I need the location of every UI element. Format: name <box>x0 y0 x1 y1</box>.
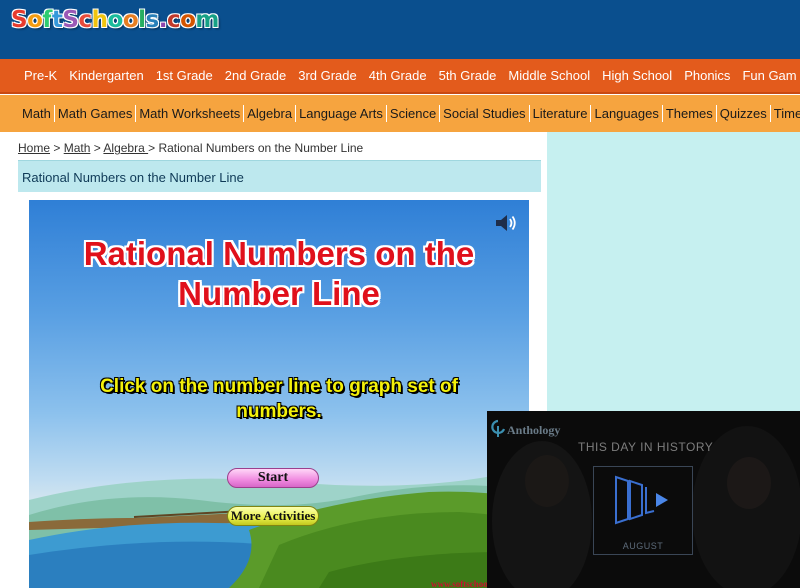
nav-primary-item[interactable]: Phonics <box>678 59 736 92</box>
breadcrumb-current: Rational Numbers on the Number Line <box>158 141 364 155</box>
sound-icon[interactable] <box>494 212 520 234</box>
game-instructions: Click on the number line to graph set of… <box>59 374 499 424</box>
breadcrumb-separator: > <box>90 141 104 155</box>
breadcrumb-algebra-link[interactable]: Algebra <box>103 141 148 155</box>
logo-letter: S <box>11 7 28 33</box>
breadcrumb-math-link[interactable]: Math <box>64 141 91 155</box>
nav-primary-item[interactable]: 1st Grade <box>150 59 219 92</box>
logo-letter: c <box>78 7 92 33</box>
game-title: Rational Numbers on the Number Line <box>29 234 529 314</box>
breadcrumb-home-link[interactable]: Home <box>18 141 50 155</box>
page-title: Rational Numbers on the Number Line <box>22 170 244 185</box>
logo-letter: s <box>145 7 160 33</box>
start-button[interactable]: Start <box>227 468 319 488</box>
video-heading: THIS DAY IN HISTORY <box>578 440 714 454</box>
game-title-line: Number Line <box>178 275 380 312</box>
more-activities-button[interactable]: More Activities <box>227 506 319 526</box>
secondary-nav: Math Math Games Math Worksheets Algebra Lang… <box>0 95 800 132</box>
nav-secondary-item[interactable]: Quizzes <box>717 105 771 122</box>
logo-letter: . <box>158 7 168 33</box>
logo-letter: h <box>91 7 108 33</box>
nav-primary-item[interactable]: High School <box>596 59 678 92</box>
nav-secondary-item[interactable]: Literature <box>530 105 592 122</box>
instructions-line: Click on the number line to graph set of <box>100 376 458 397</box>
site-header: SoftSchools.com <box>0 0 800 59</box>
logo-letter: S <box>62 7 79 33</box>
nav-primary-item[interactable]: 5th Grade <box>433 59 503 92</box>
play-icon[interactable] <box>594 467 694 537</box>
logo-letter: c <box>166 7 181 33</box>
anthology-logo-icon <box>491 419 506 437</box>
nav-primary-item[interactable]: Kindergarten <box>63 59 149 92</box>
instructions-line: numbers. <box>236 401 322 422</box>
nav-secondary-item[interactable]: Languages <box>591 105 663 122</box>
logo-letter: m <box>195 7 219 33</box>
breadcrumb-separator: > <box>148 141 159 155</box>
nav-secondary-item[interactable]: Language Arts <box>296 105 387 122</box>
logo-letter: o <box>27 7 43 33</box>
video-month-label: AUGUST <box>622 541 664 551</box>
logo-letter: o <box>122 7 139 33</box>
site-logo[interactable]: SoftSchools.com <box>11 7 219 33</box>
video-history-logo: AUGUST <box>593 466 693 555</box>
logo-letter: t <box>51 7 63 33</box>
nav-secondary-item[interactable]: Timel <box>771 105 800 122</box>
nav-secondary-item[interactable]: Algebra <box>244 105 297 122</box>
nav-secondary-item[interactable]: Themes <box>663 105 717 122</box>
content-column: Home > Math > Algebra > Rational Numbers… <box>12 132 547 588</box>
nav-primary-item[interactable]: Fun Gam <box>736 59 800 92</box>
nav-primary-item[interactable]: 3rd Grade <box>292 59 363 92</box>
logo-letter: o <box>180 7 196 33</box>
page-title-bar: Rational Numbers on the Number Line <box>18 160 541 192</box>
nav-primary-item[interactable]: 2nd Grade <box>219 59 292 92</box>
nav-primary-item[interactable]: Middle School <box>502 59 596 92</box>
logo-letter: l <box>138 7 146 33</box>
breadcrumb: Home > Math > Algebra > Rational Numbers… <box>18 141 363 155</box>
video-brand-name: Anthology <box>507 423 561 437</box>
nav-secondary-item[interactable]: Math Games <box>55 105 137 122</box>
primary-nav: Pre-K Kindergarten 1st Grade 2nd Grade 3rd G… <box>0 59 800 94</box>
nav-secondary-item[interactable]: Math Worksheets <box>136 105 245 122</box>
breadcrumb-separator: > <box>50 141 64 155</box>
logo-letter: f <box>42 7 52 33</box>
game-title-line: Rational Numbers on the <box>83 235 475 272</box>
nav-secondary-item[interactable]: Social Studies <box>440 105 530 122</box>
game-canvas[interactable]: Rational Numbers on the Number Line Clic… <box>29 200 529 588</box>
logo-letter: o <box>107 7 124 33</box>
nav-primary-item[interactable]: Pre-K <box>0 59 63 92</box>
nav-secondary-item[interactable]: Science <box>387 105 441 122</box>
video-ad-player[interactable]: Anthology THIS DAY IN HISTORY AUGUST <box>487 411 800 588</box>
nav-secondary-item[interactable]: Math <box>0 105 55 122</box>
nav-primary-item[interactable]: 4th Grade <box>363 59 433 92</box>
